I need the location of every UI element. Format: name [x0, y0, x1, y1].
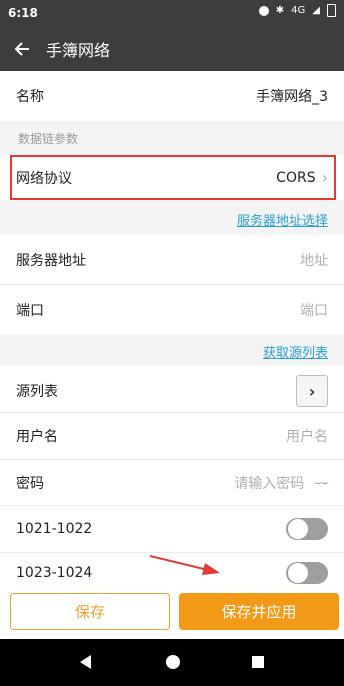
- save-button[interactable]: 保存: [10, 593, 170, 630]
- app-bar: 手簿网络: [0, 27, 344, 71]
- username-label: 用户名: [16, 429, 58, 445]
- toggle-1023-switch[interactable]: [286, 562, 328, 584]
- toggle-row-1021: 1021-1022: [0, 506, 344, 552]
- nav-home-icon[interactable]: [166, 655, 180, 669]
- get-source-link[interactable]: 获取源列表: [263, 342, 328, 361]
- port-input[interactable]: 端口: [300, 300, 328, 320]
- server-address-input[interactable]: 地址: [300, 250, 328, 270]
- password-row[interactable]: 密码 请输入密码 ⌣⌣: [0, 460, 344, 505]
- battery-icon: [327, 4, 336, 17]
- source-list-label: 源列表: [16, 384, 58, 400]
- username-input[interactable]: 用户名: [286, 426, 328, 446]
- port-row[interactable]: 端口 端口: [0, 285, 344, 335]
- signal-icon: ◢: [312, 5, 320, 16]
- server-select-bar: 服务器地址选择: [0, 203, 344, 235]
- eye-closed-icon[interactable]: ⌣⌣: [314, 475, 329, 490]
- server-address-label: 服务器地址: [16, 253, 86, 269]
- nav-recent-icon[interactable]: [252, 656, 264, 668]
- status-bar: 6:18 ✱ 4G ◢: [0, 0, 344, 27]
- source-list-row[interactable]: 源列表 ›: [0, 366, 344, 416]
- toggle-1021-switch[interactable]: [286, 518, 328, 540]
- nav-back-icon[interactable]: [80, 655, 91, 669]
- page-title: 手簿网络: [46, 41, 111, 60]
- port-label: 端口: [16, 303, 44, 319]
- status-time: 6:18: [8, 6, 38, 20]
- bluetooth-icon: ✱: [275, 5, 285, 16]
- notification-icon: [258, 5, 269, 16]
- name-row[interactable]: 名称 手簿网络_3: [0, 71, 344, 121]
- server-select-link[interactable]: 服务器地址选择: [237, 210, 328, 229]
- annotation-arrow-icon: [150, 555, 220, 575]
- highlight-box: [10, 155, 336, 200]
- button-bar: 保存 保存并应用: [0, 585, 344, 639]
- toggle-knob: [288, 563, 308, 583]
- username-row[interactable]: 用户名 用户名: [0, 413, 344, 459]
- name-label: 名称: [16, 89, 44, 105]
- back-button[interactable]: [4, 27, 40, 71]
- arrow-right-icon: ›: [308, 381, 316, 401]
- save-apply-button[interactable]: 保存并应用: [179, 593, 339, 630]
- system-nav-bar: [0, 639, 344, 686]
- status-icons: ✱ 4G ◢: [258, 4, 336, 17]
- password-input[interactable]: 请输入密码: [234, 473, 304, 493]
- network-label: 4G: [291, 5, 306, 16]
- section-title: 数据链参数: [0, 121, 344, 155]
- server-address-row[interactable]: 服务器地址 地址: [0, 235, 344, 285]
- source-list-button[interactable]: ›: [296, 375, 328, 407]
- name-value[interactable]: 手簿网络_3: [256, 86, 328, 106]
- toggle-1021-label: 1021-1022: [16, 521, 93, 537]
- get-source-bar: 获取源列表: [0, 335, 344, 367]
- password-label: 密码: [16, 475, 44, 492]
- toggle-knob: [288, 519, 308, 539]
- back-arrow-icon: [14, 42, 29, 56]
